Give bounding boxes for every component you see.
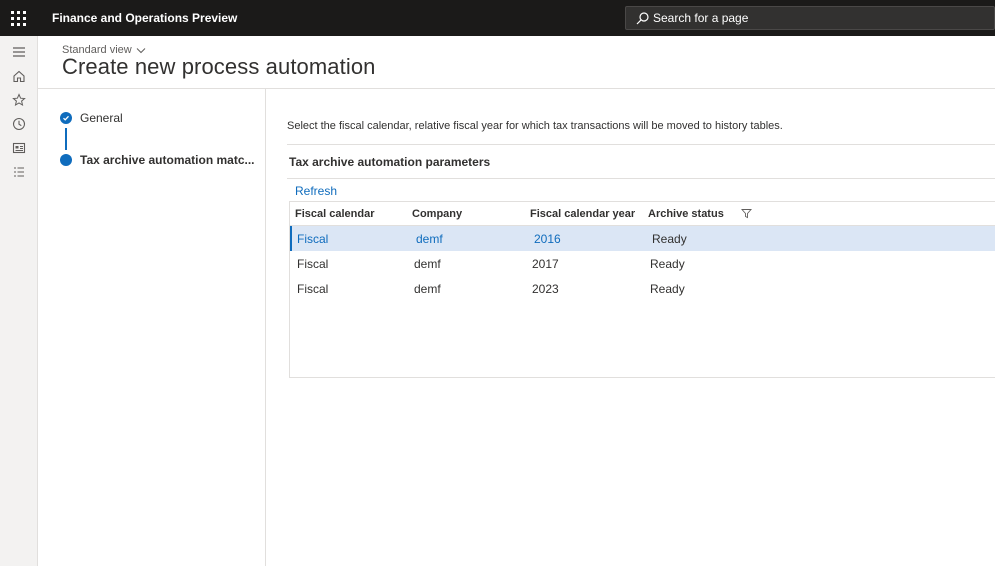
nav-rail [0,36,38,566]
cell-archive-status: Ready [652,231,687,246]
cell-fiscal-calendar: Fiscal [297,256,329,271]
cell-fiscal-calendar-year: 2023 [532,281,559,296]
star-icon[interactable] [0,88,38,112]
column-header-fiscal-calendar-year[interactable]: Fiscal calendar year [525,208,643,220]
cell-company: demf [414,256,441,271]
search-placeholder: Search for a page [653,11,749,25]
step-general[interactable]: General [60,111,255,125]
chevron-down-icon [136,47,146,53]
parameters-grid: Fiscal calendar Company Fiscal calendar … [289,201,995,378]
page-title: Create new process automation [62,54,376,79]
refresh-button[interactable]: Refresh [295,184,337,198]
table-row[interactable]: Fiscal demf 2017 Ready [290,251,995,276]
wizard-steps: General Tax archive automation matc... [60,111,255,167]
current-step-icon [60,154,72,166]
cell-company: demf [414,281,441,296]
search-icon [636,11,649,24]
section-title: Tax archive automation parameters [289,155,491,169]
pane-divider [265,89,266,566]
step-content: Select the fiscal calendar, relative fis… [287,120,995,200]
clock-icon[interactable] [0,112,38,136]
home-icon[interactable] [0,64,38,88]
cell-fiscal-calendar-year: 2017 [532,256,559,271]
filter-icon[interactable] [741,208,752,219]
table-row[interactable]: Fiscal demf 2016 Ready [290,226,995,251]
header-divider [38,88,995,89]
step-label: Tax archive automation matc... [80,153,255,167]
cell-archive-status: Ready [650,256,685,271]
step-tax-archive[interactable]: Tax archive automation matc... [60,153,255,167]
grid-header: Fiscal calendar Company Fiscal calendar … [290,202,995,226]
top-bar: Finance and Operations Preview Search fo… [0,0,995,36]
cell-archive-status: Ready [650,281,685,296]
instruction-text: Select the fiscal calendar, relative fis… [287,120,783,132]
list-icon[interactable] [0,160,38,184]
divider [287,178,995,179]
app-name: Finance and Operations Preview [52,11,238,25]
cell-company: demf [416,231,443,246]
cell-fiscal-calendar: Fiscal [297,281,329,296]
search-input[interactable]: Search for a page [625,6,995,30]
cell-fiscal-calendar: Fiscal [297,231,329,246]
app-launcher-icon[interactable] [0,0,36,36]
column-header-company[interactable]: Company [407,208,525,220]
page-header: Standard view Create new process automat… [62,44,376,80]
checkmark-icon [60,112,72,124]
table-row[interactable]: Fiscal demf 2023 Ready [290,276,995,301]
cell-fiscal-calendar-year: 2016 [534,231,561,246]
divider [287,144,995,145]
workspace-icon[interactable] [0,136,38,160]
hamburger-icon[interactable] [0,40,38,64]
step-connector [65,128,67,150]
step-label: General [80,111,123,125]
column-header-fiscal-calendar[interactable]: Fiscal calendar [290,208,407,220]
column-header-archive-status[interactable]: Archive status [643,208,741,220]
